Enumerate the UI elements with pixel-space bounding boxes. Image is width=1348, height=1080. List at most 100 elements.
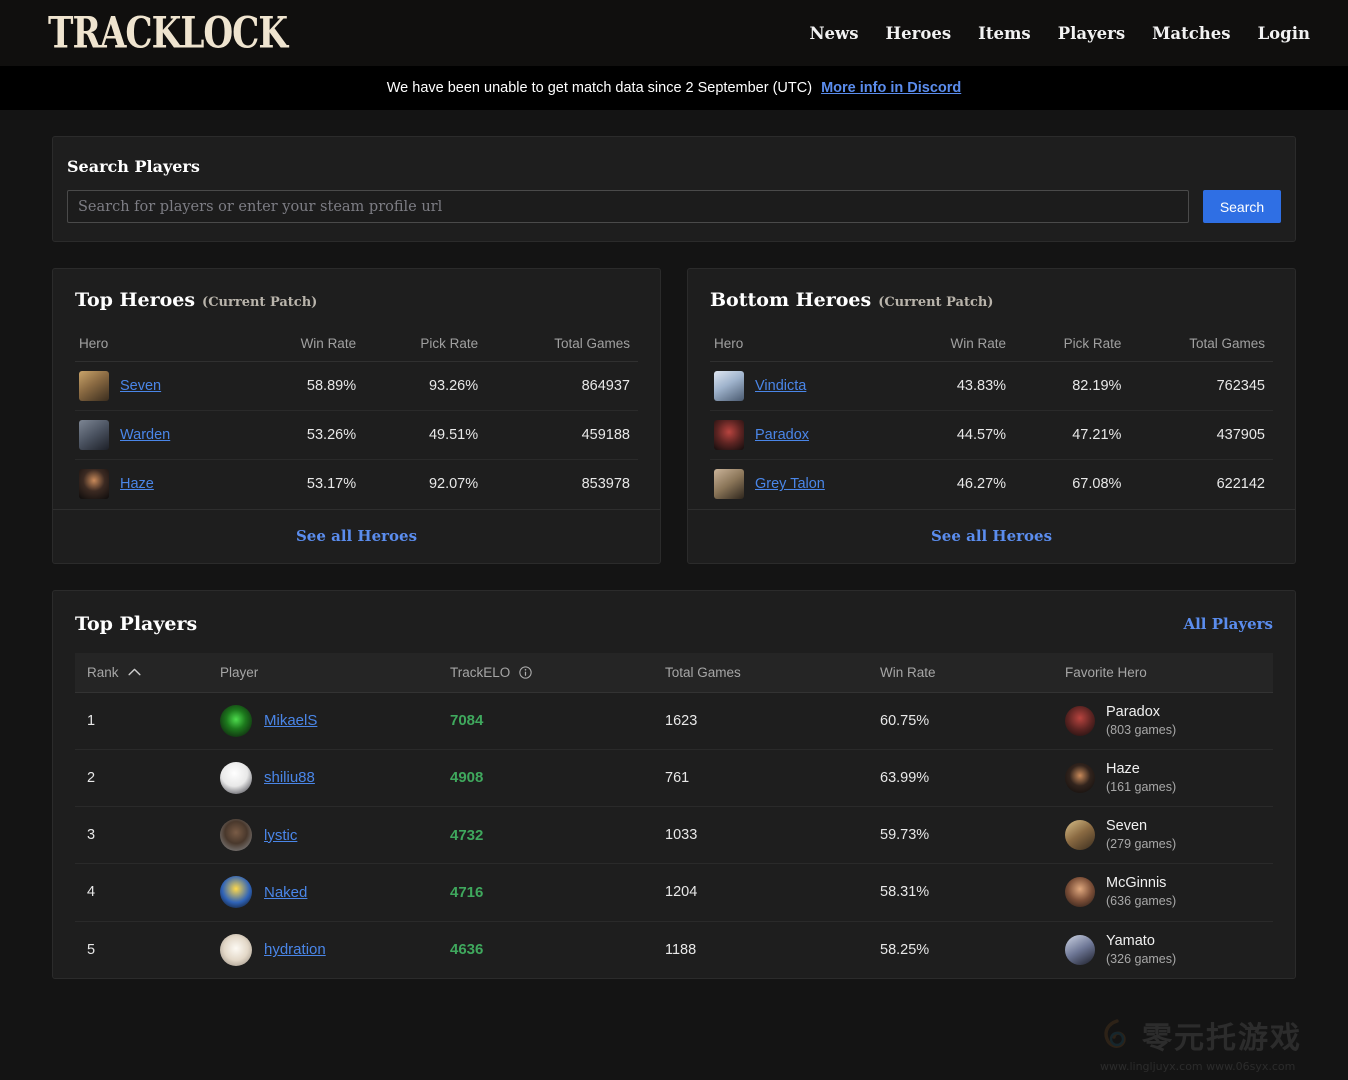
nav-item-players[interactable]: Players	[1058, 24, 1125, 43]
search-button[interactable]: Search	[1203, 190, 1281, 223]
hero-total-games: 622142	[1129, 460, 1273, 509]
hero-avatar-icon	[1065, 935, 1095, 965]
avatar	[220, 876, 252, 908]
hero-cell: Seven	[79, 371, 238, 401]
column-header-trackelo[interactable]: TrackELO	[440, 653, 655, 693]
table-row[interactable]: Vindicta 43.83% 82.19% 762345	[710, 362, 1273, 411]
table-row[interactable]: Haze 53.17% 92.07% 853978	[75, 460, 638, 509]
hero-link[interactable]: Warden	[120, 427, 170, 443]
hero-link[interactable]: Grey Talon	[755, 476, 825, 492]
hero-total-games: 437905	[1129, 411, 1273, 460]
table-row[interactable]: 5 hydration 4636 1188 58.25%	[75, 921, 1273, 978]
column-header-win-rate[interactable]: Win Rate	[902, 327, 1014, 362]
player-win-rate: 60.75%	[870, 692, 1055, 749]
table-row[interactable]: 2 shiliu88 4908 761 63.99%	[75, 749, 1273, 806]
player-total-games: 1188	[655, 921, 870, 978]
hero-link[interactable]: Haze	[120, 476, 154, 492]
search-input[interactable]	[67, 190, 1189, 223]
site-logo[interactable]: TRACKLOCK	[48, 12, 287, 55]
hero-pick-rate: 49.51%	[364, 411, 486, 460]
column-header-rank[interactable]: Rank	[75, 653, 210, 693]
top-players-header: Top Players All Players	[75, 611, 1273, 653]
player-total-games: 1623	[655, 692, 870, 749]
column-header-pick-rate[interactable]: Pick Rate	[1014, 327, 1129, 362]
hero-pick-rate: 93.26%	[364, 362, 486, 411]
column-header-pick-rate[interactable]: Pick Rate	[364, 327, 486, 362]
player-win-rate: 63.99%	[870, 749, 1055, 806]
top-heroes-card: Top Heroes (Current Patch) Hero Win Rate…	[52, 268, 661, 564]
table-header-row: Hero Win Rate Pick Rate Total Games	[710, 327, 1273, 362]
column-header-total-games[interactable]: Total Games	[655, 653, 870, 693]
table-row[interactable]: Warden 53.26% 49.51% 459188	[75, 411, 638, 460]
hero-link[interactable]: Seven	[120, 378, 161, 394]
table-row[interactable]: 4 Naked 4716 1204 58.31%	[75, 864, 1273, 921]
top-heroes-table: Hero Win Rate Pick Rate Total Games Seve…	[75, 327, 638, 509]
column-header-win-rate[interactable]: Win Rate	[246, 327, 364, 362]
search-row: Search	[67, 190, 1281, 223]
hero-link[interactable]: Vindicta	[755, 378, 806, 394]
hero-pick-rate: 47.21%	[1014, 411, 1129, 460]
table-row[interactable]: Paradox 44.57% 47.21% 437905	[710, 411, 1273, 460]
watermark: 零元托游戏 www.lingljuyx.com www.06syx.com	[1100, 1014, 1338, 1072]
hero-link[interactable]: Paradox	[755, 427, 809, 443]
avatar	[220, 934, 252, 966]
info-icon[interactable]	[519, 666, 532, 679]
column-header-total-games[interactable]: Total Games	[1129, 327, 1273, 362]
player-link[interactable]: lystic	[264, 827, 297, 844]
avatar	[220, 819, 252, 851]
favorite-hero-name: Paradox	[1106, 704, 1160, 720]
favorite-hero-games: (803 games)	[1106, 723, 1176, 737]
table-row[interactable]: 3 lystic 4732 1033 59.73%	[75, 807, 1273, 864]
favorite-hero-games: (279 games)	[1106, 837, 1176, 851]
table-row[interactable]: Seven 58.89% 93.26% 864937	[75, 362, 638, 411]
player-link[interactable]: MikaelS	[264, 712, 317, 729]
watermark-urls: www.lingljuyx.com www.06syx.com	[1100, 1060, 1338, 1073]
top-heroes-subtitle: (Current Patch)	[202, 295, 317, 310]
all-players-link[interactable]: All Players	[1183, 615, 1273, 633]
nav-item-items[interactable]: Items	[978, 24, 1031, 43]
table-row[interactable]: Grey Talon 46.27% 67.08% 622142	[710, 460, 1273, 509]
column-header-hero[interactable]: Hero	[710, 327, 902, 362]
see-all-heroes-link[interactable]: See all Heroes	[931, 527, 1052, 545]
table-row[interactable]: 1 MikaelS 7084 1623 60.75%	[75, 692, 1273, 749]
player-link[interactable]: hydration	[264, 941, 326, 958]
nav-item-matches[interactable]: Matches	[1152, 24, 1230, 43]
hero-avatar-icon	[1065, 763, 1095, 793]
player-cell: Naked	[220, 876, 430, 908]
player-cell: shiliu88	[220, 762, 430, 794]
site-header: TRACKLOCK News Heroes Items Players Matc…	[0, 0, 1348, 66]
search-players-card: Search Players Search	[52, 136, 1296, 242]
player-trackelo: 4636	[450, 941, 483, 958]
column-header-win-rate[interactable]: Win Rate	[870, 653, 1055, 693]
hero-cell: Warden	[79, 420, 238, 450]
player-total-games: 1033	[655, 807, 870, 864]
player-rank: 1	[75, 692, 210, 749]
banner-discord-link[interactable]: More info in Discord	[821, 80, 961, 96]
player-win-rate: 58.31%	[870, 864, 1055, 921]
column-header-total-games[interactable]: Total Games	[486, 327, 638, 362]
column-header-hero[interactable]: Hero	[75, 327, 246, 362]
hero-pick-rate: 67.08%	[1014, 460, 1129, 509]
nav-item-login[interactable]: Login	[1258, 24, 1310, 43]
hero-pick-rate: 82.19%	[1014, 362, 1129, 411]
player-link[interactable]: Naked	[264, 884, 307, 901]
top-players-table: Rank Player TrackELO	[75, 653, 1273, 979]
column-header-favorite-hero[interactable]: Favorite Hero	[1055, 653, 1273, 693]
favorite-hero-games: (636 games)	[1106, 894, 1176, 908]
nav-item-heroes[interactable]: Heroes	[886, 24, 952, 43]
hero-cell: Paradox	[714, 420, 894, 450]
hero-avatar-icon	[79, 420, 109, 450]
bottom-heroes-body: Vindicta 43.83% 82.19% 762345 Paradox	[710, 362, 1273, 509]
player-trackelo: 4908	[450, 769, 483, 786]
player-link[interactable]: shiliu88	[264, 769, 315, 786]
column-header-rank-label: Rank	[87, 665, 119, 680]
favorite-hero-cell: Seven (279 games)	[1065, 817, 1263, 853]
top-heroes-title: Top Heroes	[75, 289, 195, 311]
see-all-heroes-link[interactable]: See all Heroes	[296, 527, 417, 545]
hero-avatar-icon	[714, 371, 744, 401]
table-header-row: Rank Player TrackELO	[75, 653, 1273, 693]
banner-message: We have been unable to get match data si…	[387, 80, 812, 96]
column-header-player[interactable]: Player	[210, 653, 440, 693]
nav-item-news[interactable]: News	[809, 24, 858, 43]
hero-avatar-icon	[1065, 820, 1095, 850]
